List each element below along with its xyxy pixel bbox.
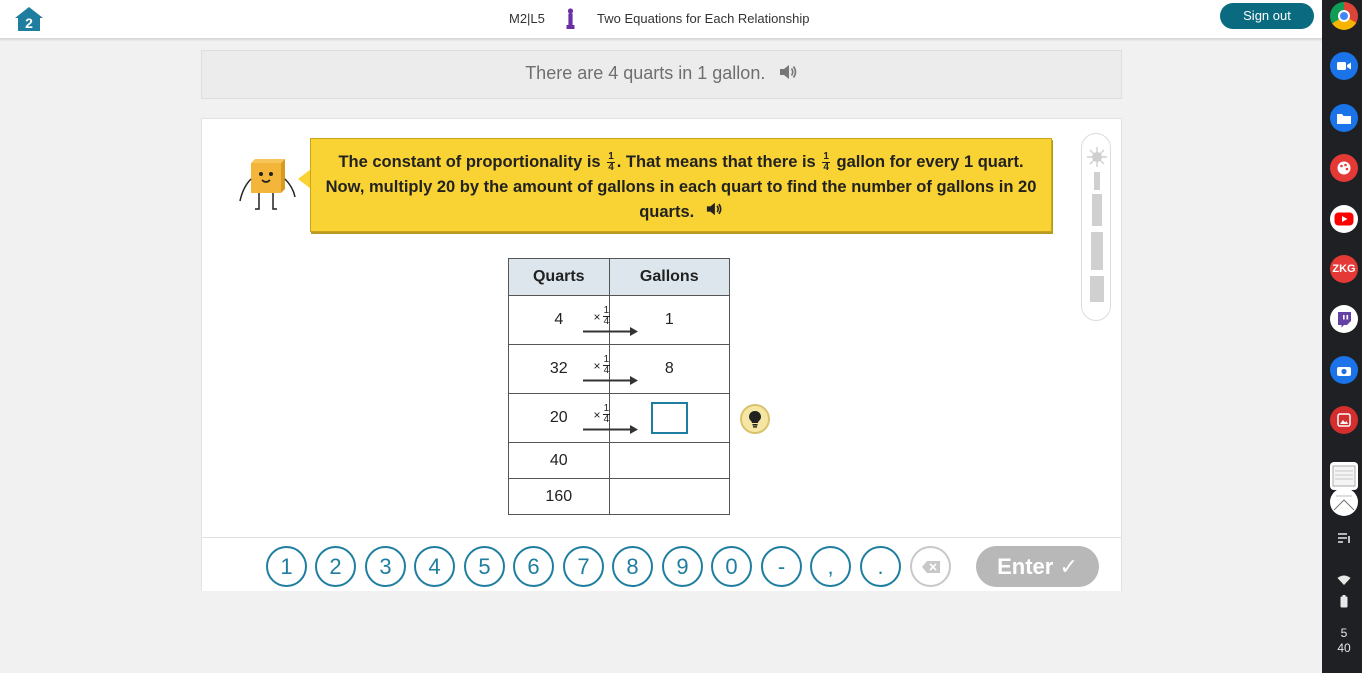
gallons-cell: × 14 8 [582, 344, 731, 394]
twitch-icon[interactable] [1330, 305, 1358, 333]
home-icon[interactable]: 2 [13, 5, 45, 33]
table-row: 4 × 14 1 [508, 295, 731, 345]
arrow-right-icon [582, 376, 638, 385]
svg-text:2: 2 [25, 15, 33, 31]
gallons-value: 8 [664, 360, 674, 377]
hint-text-part1: The constant of proportionality is [338, 153, 601, 171]
key-decimal[interactable]: . [860, 546, 901, 587]
sparkle-icon [1087, 147, 1107, 167]
zkg-icon[interactable]: ZKG [1330, 255, 1358, 283]
lesson-title: Two Equations for Each Relationship [597, 11, 810, 26]
gallons-cell [608, 478, 731, 515]
lightbulb-icon [749, 411, 761, 428]
arrow-right-icon [582, 327, 638, 336]
gallons-cell: × 14 1 [582, 295, 731, 345]
system-shelf: ZKG [1322, 0, 1362, 673]
mascot-icon [237, 157, 299, 215]
key-8[interactable]: 8 [612, 546, 653, 587]
enter-button[interactable]: Enter ✓ [976, 546, 1099, 587]
ratio-table: Quarts Gallons 4 × 14 1 32 × 14 8 20 × 1… [508, 258, 731, 515]
paint-icon[interactable] [1330, 154, 1358, 182]
multiply-operator: × 14 [593, 403, 611, 425]
window-thumbnail-icon[interactable] [1330, 462, 1358, 490]
speaker-icon[interactable] [705, 200, 723, 225]
key-7[interactable]: 7 [563, 546, 604, 587]
backspace-icon [921, 560, 940, 573]
lightbulb-hint-button[interactable] [740, 404, 770, 434]
hint-text-part2: . That means that there is [616, 153, 816, 171]
gallons-cell [608, 442, 731, 479]
backspace-button[interactable] [910, 546, 951, 587]
files-icon[interactable] [1330, 104, 1358, 132]
key-2[interactable]: 2 [315, 546, 356, 587]
table-row: 160 [508, 478, 731, 515]
column-header-gallons: Gallons [608, 258, 731, 296]
key-comma[interactable]: , [810, 546, 851, 587]
table-row: 32 × 14 8 [508, 344, 731, 394]
key-1[interactable]: 1 [266, 546, 307, 587]
prompt-banner: There are 4 quarts in 1 gallon. [201, 50, 1122, 99]
wifi-icon[interactable] [1334, 572, 1354, 592]
key-5[interactable]: 5 [464, 546, 505, 587]
arrow-right-icon [582, 425, 638, 434]
sign-out-button[interactable]: Sign out [1220, 3, 1314, 29]
gallery-icon[interactable] [1330, 406, 1358, 434]
answer-input[interactable] [650, 402, 688, 434]
window-thumbnail-icon[interactable] [1330, 488, 1358, 516]
key-minus[interactable]: - [761, 546, 802, 587]
top-bar: 2 M2|L5 Two Equations for Each Relations… [0, 0, 1322, 39]
battery-icon[interactable] [1334, 594, 1354, 614]
question-card: The constant of proportionality is 14. T… [201, 118, 1122, 591]
gallons-cell: × 14 [582, 393, 731, 443]
fraction-one-quarter: 14 [607, 151, 615, 174]
pawn-icon [566, 8, 575, 30]
hint-bubble: The constant of proportionality is 14. T… [310, 138, 1052, 232]
playlist-icon[interactable] [1334, 530, 1354, 550]
quarts-cell: 40 [508, 442, 610, 479]
key-4[interactable]: 4 [414, 546, 455, 587]
gallons-value: 1 [664, 311, 674, 328]
key-9[interactable]: 9 [662, 546, 703, 587]
clock-minute: 40 [1337, 641, 1351, 655]
quarts-cell: 160 [508, 478, 610, 515]
youtube-icon[interactable] [1330, 205, 1358, 233]
table-row: 40 [508, 442, 731, 479]
clock-hour: 5 [1340, 626, 1348, 640]
camera-icon[interactable] [1330, 356, 1358, 384]
key-3[interactable]: 3 [365, 546, 406, 587]
lesson-code: M2|L5 [509, 11, 545, 26]
fraction-one-quarter: 14 [822, 151, 830, 174]
key-0[interactable]: 0 [711, 546, 752, 587]
column-header-quarts: Quarts [508, 258, 610, 296]
video-call-icon[interactable] [1330, 52, 1358, 80]
key-6[interactable]: 6 [513, 546, 554, 587]
chrome-icon[interactable] [1330, 2, 1358, 30]
multiply-operator: × 14 [593, 305, 611, 327]
speaker-icon[interactable] [778, 63, 798, 86]
prompt-text: There are 4 quarts in 1 gallon. [525, 63, 766, 83]
tool-rail[interactable] [1081, 133, 1111, 321]
table-row: 20 × 14 [508, 393, 731, 443]
multiply-operator: × 14 [593, 354, 611, 376]
system-clock[interactable]: 5 40 [1326, 626, 1362, 656]
number-keypad: 1 2 3 4 5 6 7 8 9 0 - , . Enter ✓ [202, 537, 1121, 591]
